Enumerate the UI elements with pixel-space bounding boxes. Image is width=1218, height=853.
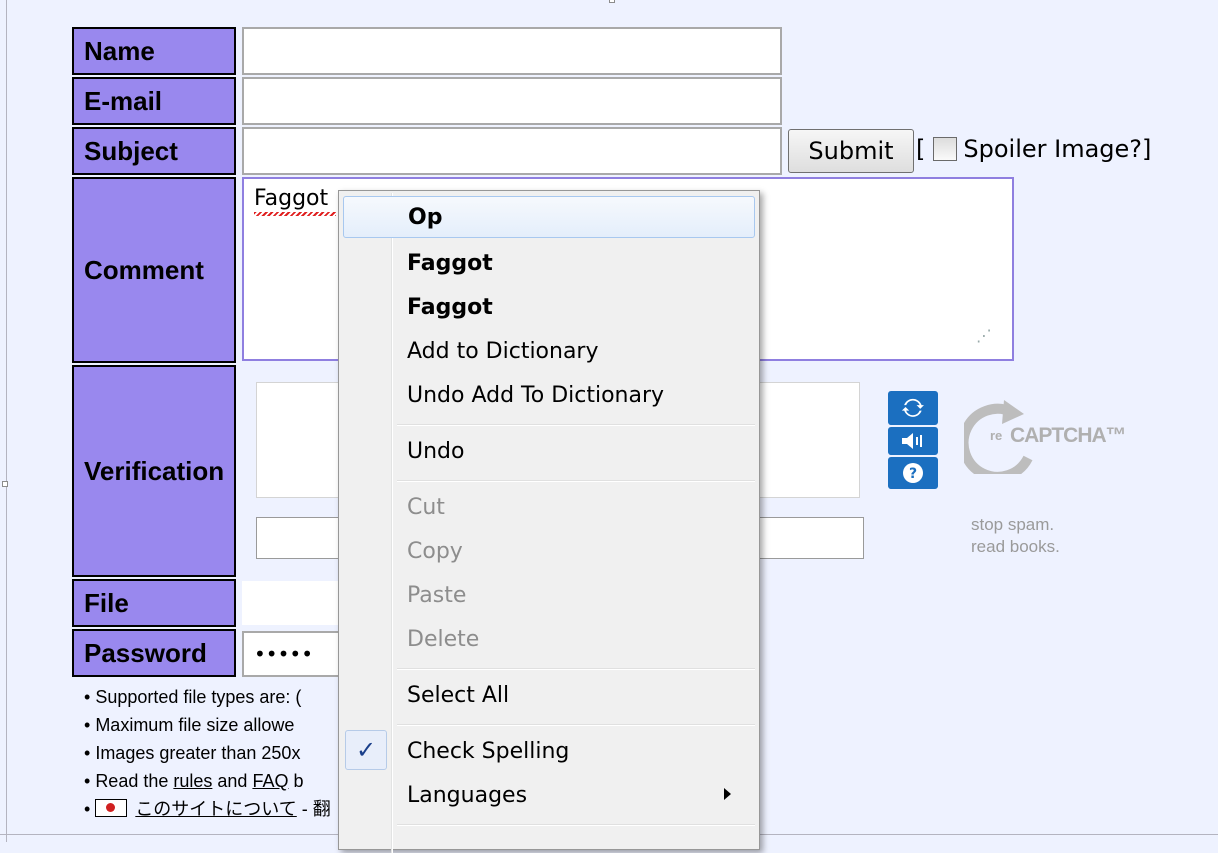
note-thumbnail: Images greater than 250x [95, 743, 301, 763]
label-password: Password [72, 629, 236, 677]
menu-item-cut[interactable]: Cut [343, 486, 755, 528]
note-rules-pre: Read the [95, 771, 174, 791]
context-menu: Op Faggot Faggot Add to Dictionary Undo … [338, 190, 760, 853]
svg-text:?: ? [909, 466, 917, 482]
recaptcha-logo-re: re [990, 428, 1003, 443]
recaptcha-logo: re CAPTCHA™ [958, 400, 1127, 482]
label-email: E-mail [72, 77, 236, 125]
posting-notes: • Supported file types are: ( • Maximum … [84, 683, 331, 823]
menu-item-suggestion-1[interactable]: Faggot [343, 242, 755, 284]
email-input[interactable] [242, 77, 782, 125]
resize-handle-left[interactable] [2, 481, 8, 487]
japan-flag-icon [95, 799, 128, 817]
label-name: Name [72, 27, 236, 75]
menu-item-check-spelling[interactable]: Check Spelling [343, 730, 755, 772]
label-verification: Verification [72, 365, 236, 577]
menu-item-suggestion-op[interactable]: Op [343, 196, 755, 238]
submit-button[interactable]: Submit [788, 129, 914, 173]
menu-item-languages-label: Languages [407, 782, 528, 808]
menu-separator [397, 724, 755, 726]
note-rules-mid: and [212, 771, 253, 791]
help-icon[interactable]: ? [888, 457, 938, 489]
about-site-link[interactable]: このサイトについて [135, 799, 296, 819]
faq-link[interactable]: FAQ [252, 771, 288, 791]
menu-item-delete[interactable]: Delete [343, 618, 755, 660]
menu-item-undo[interactable]: Undo [343, 430, 755, 472]
menu-item-copy[interactable]: Copy [343, 530, 755, 572]
note-file-types: Supported file types are: ( [95, 687, 302, 707]
menu-separator [397, 424, 755, 426]
spoiler-option: [ Spoiler Image?] [916, 135, 1151, 163]
menu-item-languages[interactable]: Languages [343, 774, 755, 816]
rules-link[interactable]: rules [173, 771, 212, 791]
label-file: File [72, 579, 236, 627]
recaptcha-tagline-1: stop spam. [971, 515, 1055, 534]
note-item: • Images greater than 250x [84, 743, 301, 763]
label-subject: Subject [72, 127, 236, 175]
note-item: • Maximum file size allowe [84, 715, 295, 735]
refresh-icon[interactable] [888, 391, 938, 425]
recaptcha-tagline-2: read books. [971, 537, 1060, 556]
comment-text: Faggot [254, 186, 329, 211]
subject-input[interactable] [242, 127, 782, 175]
spellcheck-underline [254, 212, 336, 216]
recaptcha-tagline: stop spam. read books. [971, 514, 1060, 558]
audio-icon[interactable] [888, 427, 938, 455]
textarea-resize-grip[interactable]: ⋰ [976, 326, 1000, 350]
menu-separator [397, 824, 755, 826]
recaptcha-logo-text: CAPTCHA™ [1010, 424, 1127, 447]
spoiler-label: Spoiler Image?] [963, 135, 1152, 163]
label-comment: Comment [72, 177, 236, 363]
menu-item-undo-add-to-dictionary[interactable]: Undo Add To Dictionary [343, 374, 755, 416]
spoiler-bracket: [ [916, 135, 926, 163]
resize-handle-top[interactable] [609, 0, 615, 3]
note-rules-post: b [288, 771, 304, 791]
window-frame-left [6, 0, 7, 842]
menu-separator [397, 668, 755, 670]
note-item: • このサイトについて - 翻 [84, 799, 331, 819]
menu-item-paste[interactable]: Paste [343, 574, 755, 616]
note-file-size: Maximum file size allowe [95, 715, 295, 735]
submenu-arrow-icon [724, 788, 731, 800]
menu-item-suggestion-2[interactable]: Faggot [343, 286, 755, 328]
note-item: • Supported file types are: ( [84, 687, 302, 707]
menu-separator [397, 480, 755, 482]
note-item: • Read the rules and FAQ b [84, 771, 304, 791]
note-translate: - 翻 [296, 799, 331, 819]
menu-item-add-to-dictionary[interactable]: Add to Dictionary [343, 330, 755, 372]
name-input[interactable] [242, 27, 782, 75]
spoiler-checkbox[interactable] [933, 137, 958, 161]
menu-item-select-all[interactable]: Select All [343, 674, 755, 716]
